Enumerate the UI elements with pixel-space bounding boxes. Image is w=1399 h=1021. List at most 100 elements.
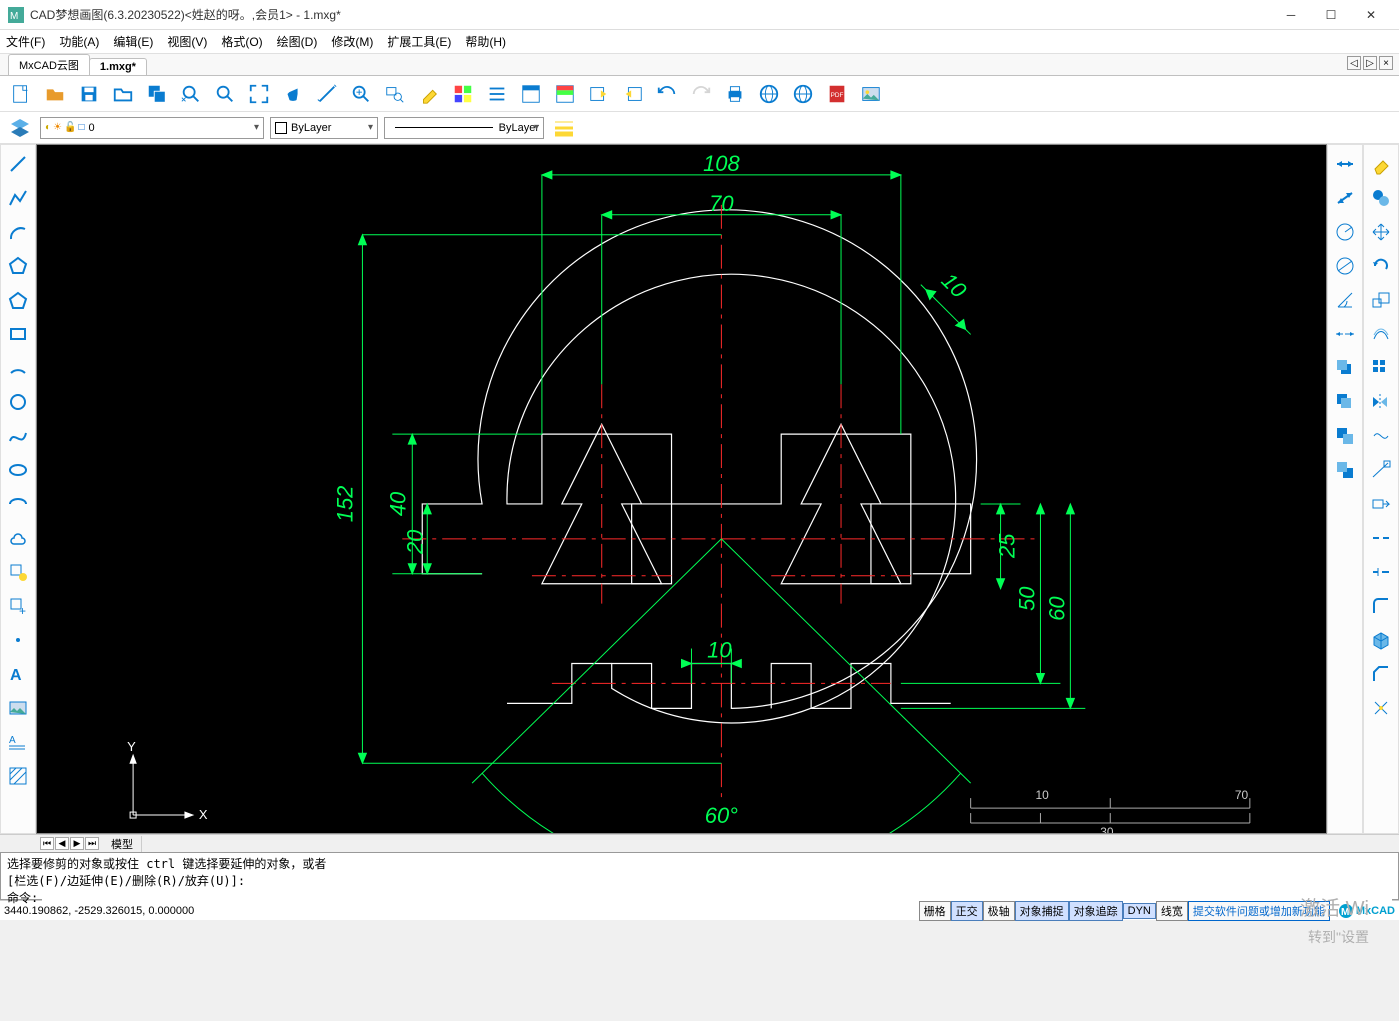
image-tool[interactable] xyxy=(3,693,33,723)
stretch-tool[interactable] xyxy=(1366,489,1396,519)
status-feedback-link[interactable]: 提交软件问题或增加新功能 xyxy=(1188,901,1330,921)
new-button[interactable] xyxy=(6,79,36,109)
tab-prev-icon[interactable]: ◁ xyxy=(1347,56,1361,70)
import-button[interactable] xyxy=(618,79,648,109)
print-button[interactable] xyxy=(720,79,750,109)
properties-button[interactable] xyxy=(550,79,580,109)
menu-format[interactable]: 格式(O) xyxy=(221,33,262,50)
find-button[interactable] xyxy=(380,79,410,109)
layer-window-button[interactable] xyxy=(516,79,546,109)
model-tab-last[interactable]: ⏭ xyxy=(85,837,99,850)
insert-block-tool[interactable] xyxy=(3,557,33,587)
pan-button[interactable] xyxy=(278,79,308,109)
copy-tool[interactable] xyxy=(1366,183,1396,213)
drawing-canvas[interactable]: 108 70 152 40 20 10 10 25 50 60 60° X Y xyxy=(36,144,1327,834)
dim-diameter-tool[interactable] xyxy=(1330,251,1360,281)
3d-tool[interactable] xyxy=(1366,625,1396,655)
dim-aligned-tool[interactable] xyxy=(1330,183,1360,213)
model-tab-first[interactable]: ⏮ xyxy=(40,837,54,850)
zoom-button[interactable] xyxy=(210,79,240,109)
open-button[interactable] xyxy=(108,79,138,109)
status-ortho[interactable]: 正交 xyxy=(951,901,983,921)
rectangle-tool[interactable] xyxy=(3,319,33,349)
status-grid[interactable]: 栅格 xyxy=(919,901,951,921)
mtext-tool[interactable]: A xyxy=(3,727,33,757)
erase-tool[interactable] xyxy=(1366,149,1396,179)
circle-tool[interactable] xyxy=(3,387,33,417)
zoom-window-button[interactable] xyxy=(176,79,206,109)
zoom-extents-button[interactable] xyxy=(244,79,274,109)
chamfer-tool[interactable] xyxy=(1366,659,1396,689)
saveas-button[interactable] xyxy=(142,79,172,109)
polygon-tool[interactable] xyxy=(3,251,33,281)
tab-next-icon[interactable]: ▷ xyxy=(1363,56,1377,70)
color-combo[interactable]: ByLayer xyxy=(270,117,378,139)
highlight-button[interactable] xyxy=(414,79,444,109)
send-back-tool[interactable] xyxy=(1330,387,1360,417)
send-under-tool[interactable] xyxy=(1330,455,1360,485)
menu-help[interactable]: 帮助(H) xyxy=(465,33,506,50)
explode-tool[interactable] xyxy=(1366,693,1396,723)
command-line[interactable]: 选择要修剪的对象或按住 ctrl 键选择要延伸的对象，或者 [栏选(F)/边延伸… xyxy=(0,852,1399,900)
menu-file[interactable]: 文件(F) xyxy=(6,33,45,50)
bring-above-tool[interactable] xyxy=(1330,421,1360,451)
status-polar[interactable]: 极轴 xyxy=(983,901,1015,921)
menu-function[interactable]: 功能(A) xyxy=(59,33,99,50)
model-tab-next[interactable]: ▶ xyxy=(70,837,84,850)
dim-continue-tool[interactable] xyxy=(1330,319,1360,349)
menu-edit[interactable]: 编辑(E) xyxy=(113,33,153,50)
tab-cloud[interactable]: MxCAD云图 xyxy=(8,54,90,75)
save-button[interactable] xyxy=(74,79,104,109)
image-button[interactable] xyxy=(856,79,886,109)
revcloud-tool[interactable] xyxy=(3,523,33,553)
model-tab-prev[interactable]: ◀ xyxy=(55,837,69,850)
scale-tool[interactable] xyxy=(1366,285,1396,315)
dim-angular-tool[interactable] xyxy=(1330,285,1360,315)
status-otrack[interactable]: 对象追踪 xyxy=(1069,901,1123,921)
break2-tool[interactable] xyxy=(1366,557,1396,587)
web2-button[interactable] xyxy=(788,79,818,109)
text-tool[interactable]: A xyxy=(3,659,33,689)
offset-tool[interactable] xyxy=(1366,319,1396,349)
point-tool[interactable] xyxy=(3,625,33,655)
minimize-button[interactable]: ─ xyxy=(1271,1,1311,29)
menu-modify[interactable]: 修改(M) xyxy=(331,33,373,50)
bring-front-tool[interactable] xyxy=(1330,353,1360,383)
extend-tool[interactable] xyxy=(1366,455,1396,485)
polyline-tool[interactable] xyxy=(3,183,33,213)
move-tool[interactable] xyxy=(1366,217,1396,247)
pdf-button[interactable]: PDF xyxy=(822,79,852,109)
mirror-tool[interactable] xyxy=(1366,387,1396,417)
tab-close-icon[interactable]: × xyxy=(1379,56,1393,70)
model-tab[interactable]: 模型 xyxy=(103,836,142,852)
arc2-tool[interactable] xyxy=(3,353,33,383)
dim-radius-tool[interactable] xyxy=(1330,217,1360,247)
redo-button[interactable] xyxy=(686,79,716,109)
spline-tool[interactable] xyxy=(3,421,33,451)
status-dyn[interactable]: DYN xyxy=(1123,903,1156,919)
layer-manager-button[interactable] xyxy=(6,115,34,141)
break-tool[interactable] xyxy=(1366,523,1396,553)
trim-tool[interactable] xyxy=(1366,421,1396,451)
line-tool[interactable] xyxy=(3,149,33,179)
measure-button[interactable] xyxy=(312,79,342,109)
hatch-tool[interactable] xyxy=(3,761,33,791)
zoom-realtime-button[interactable] xyxy=(346,79,376,109)
maximize-button[interactable]: ☐ xyxy=(1311,1,1351,29)
polygon2-tool[interactable] xyxy=(3,285,33,315)
array-tool[interactable] xyxy=(1366,353,1396,383)
web-button[interactable] xyxy=(754,79,784,109)
ellipse-arc-tool[interactable] xyxy=(3,489,33,519)
open-recent-button[interactable] xyxy=(40,79,70,109)
export-button[interactable] xyxy=(584,79,614,109)
list-button[interactable] xyxy=(482,79,512,109)
make-block-tool[interactable]: + xyxy=(3,591,33,621)
menu-draw[interactable]: 绘图(D) xyxy=(277,33,318,50)
layer-combo[interactable]: ◐☀🔓□ 0 xyxy=(40,117,264,139)
lineweight-button[interactable] xyxy=(550,115,578,141)
rotate-tool[interactable] xyxy=(1366,251,1396,281)
color-grid-button[interactable] xyxy=(448,79,478,109)
status-lwt[interactable]: 线宽 xyxy=(1156,901,1188,921)
menu-extend[interactable]: 扩展工具(E) xyxy=(387,33,451,50)
arc-tool[interactable] xyxy=(3,217,33,247)
